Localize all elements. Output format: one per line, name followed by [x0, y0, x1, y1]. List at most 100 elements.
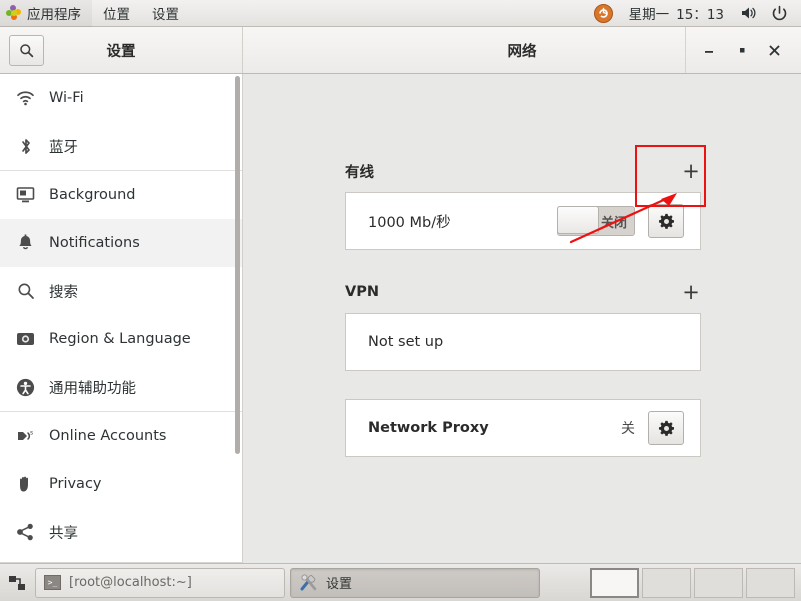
- clock-day-label: 星期一: [628, 7, 670, 23]
- sidebar-item-region-language[interactable]: Region & Language: [0, 315, 242, 363]
- sidebar-item-online-accounts[interactable]: s Online Accounts: [0, 412, 242, 460]
- sidebar-item-label: 蓝牙: [49, 139, 78, 156]
- settings-sidebar: Wi-Fi 蓝牙 Background Notifications 搜索 Reg…: [0, 74, 243, 563]
- bell-icon: [16, 234, 35, 253]
- network-proxy-status: 关: [621, 421, 635, 437]
- taskbar-window-label: 设置: [326, 577, 353, 592]
- wired-row-controls: 关闭: [557, 204, 684, 238]
- workspace-1[interactable]: [590, 567, 639, 598]
- sidebar-item-wifi[interactable]: Wi-Fi: [0, 74, 242, 122]
- wired-section-title: 有线: [345, 164, 374, 181]
- clock-applet[interactable]: 星期一 15：13: [620, 0, 733, 27]
- update-indicator-icon[interactable]: [587, 0, 620, 27]
- system-settings-menu-label: 设置: [152, 6, 179, 23]
- gear-icon: [658, 420, 674, 436]
- window-controls: [685, 27, 801, 73]
- sidebar-scrollbar[interactable]: [235, 76, 240, 454]
- taskbar-window-terminal[interactable]: >_ [root@localhost:~]: [35, 567, 285, 598]
- panel-status-area: 星期一 15：13: [587, 0, 801, 27]
- sidebar-item-list: Wi-Fi 蓝牙 Background Notifications 搜索 Reg…: [0, 74, 242, 556]
- search-icon: [20, 43, 34, 57]
- sidebar-item-label: 共享: [49, 525, 78, 542]
- sidebar-item-sharing[interactable]: 共享: [0, 508, 242, 556]
- wired-section: 有线 + 1000 Mb/秒 关闭: [345, 158, 701, 250]
- applications-menu[interactable]: 应用程序: [0, 0, 92, 29]
- top-panel: 应用程序 位置 设置 星期一 15：13: [0, 0, 801, 29]
- show-desktop-button[interactable]: [4, 568, 30, 598]
- settings-window: 设置 网络 Wi-Fi 蓝牙 Background Notifications …: [0, 27, 801, 563]
- vpn-section-header: VPN +: [345, 279, 701, 305]
- minimize-button[interactable]: [692, 28, 725, 72]
- system-settings-menu[interactable]: 设置: [141, 0, 190, 29]
- region-icon: [16, 330, 35, 349]
- sidebar-item-label: Background: [49, 187, 136, 203]
- vpn-empty-label: Not set up: [368, 334, 444, 350]
- workspace-switcher: [590, 567, 797, 598]
- wired-toggle-switch[interactable]: 关闭: [557, 206, 635, 236]
- workspace-4[interactable]: [746, 567, 795, 598]
- accessibility-icon: [16, 378, 35, 397]
- network-settings-panel: 有线 + 1000 Mb/秒 关闭 VPN + Not set up Netwo…: [243, 74, 801, 563]
- sidebar-item-label: Wi-Fi: [49, 90, 84, 106]
- sidebar-item-label: Notifications: [49, 235, 140, 251]
- sidebar-item-search[interactable]: 搜索: [0, 267, 242, 315]
- taskbar: >_ [root@localhost:~] 设置: [0, 563, 801, 601]
- window-body: Wi-Fi 蓝牙 Background Notifications 搜索 Reg…: [0, 74, 801, 563]
- sidebar-item-label: Region & Language: [49, 331, 191, 347]
- vpn-empty-row: Not set up: [345, 313, 701, 371]
- workspace-2[interactable]: [642, 567, 691, 598]
- applications-menu-label: 应用程序: [27, 6, 81, 23]
- sidebar-item-accessibility[interactable]: 通用辅助功能: [0, 363, 242, 411]
- window-titlebar: 设置 网络: [0, 27, 801, 74]
- taskbar-window-label: [root@localhost:~]: [69, 575, 192, 590]
- wired-speed-label: 1000 Mb/秒: [368, 214, 451, 231]
- network-proxy-row[interactable]: Network Proxy 关: [345, 399, 701, 457]
- share-icon: [16, 523, 35, 542]
- sidebar-item-background[interactable]: Background: [0, 171, 242, 219]
- terminal-icon: >_: [44, 575, 61, 590]
- speaker-icon[interactable]: [733, 0, 764, 27]
- add-wired-button[interactable]: +: [681, 160, 701, 182]
- places-menu[interactable]: 位置: [92, 0, 141, 29]
- add-vpn-button[interactable]: +: [681, 281, 701, 303]
- hand-privacy-icon: [16, 475, 35, 494]
- bluetooth-icon: [16, 137, 35, 156]
- background-icon: [16, 186, 35, 205]
- maximize-button[interactable]: [725, 28, 758, 72]
- gear-icon: [658, 213, 674, 229]
- wired-toggle-label: 关闭: [600, 215, 627, 231]
- sidebar-item-label: Privacy: [49, 476, 102, 492]
- search-button[interactable]: [9, 34, 44, 66]
- sidebar-item-notifications[interactable]: Notifications: [0, 219, 242, 267]
- vpn-section-title: VPN: [345, 284, 379, 300]
- wired-section-header: 有线 +: [345, 158, 701, 184]
- close-button[interactable]: [758, 28, 791, 72]
- window-header: 网络: [243, 27, 801, 73]
- svg-text:s: s: [30, 430, 33, 437]
- network-proxy-gear-button[interactable]: [648, 411, 684, 445]
- clock-time-label: 15：13: [676, 7, 724, 23]
- search-icon: [16, 282, 35, 301]
- show-desktop-icon: [9, 575, 25, 590]
- places-menu-label: 位置: [103, 6, 130, 23]
- wired-connection-row: 1000 Mb/秒 关闭: [345, 192, 701, 250]
- workspace-3[interactable]: [694, 567, 743, 598]
- vpn-section: VPN + Not set up: [345, 279, 701, 371]
- taskbar-window-settings[interactable]: 设置: [290, 567, 540, 598]
- wifi-icon: [16, 89, 35, 108]
- network-proxy-label: Network Proxy: [368, 420, 489, 436]
- applications-pinwheel-icon: [6, 5, 21, 20]
- sidebar-item-label: Online Accounts: [49, 428, 167, 444]
- maximize-icon: [739, 48, 744, 53]
- wired-settings-gear-button[interactable]: [648, 204, 684, 238]
- power-icon[interactable]: [764, 0, 795, 27]
- toggle-knob: [557, 206, 599, 234]
- close-icon: [769, 45, 780, 55]
- minimize-icon: [704, 51, 713, 53]
- sidebar-item-bluetooth[interactable]: 蓝牙: [0, 122, 242, 170]
- sidebar-item-privacy[interactable]: Privacy: [0, 460, 242, 508]
- desktop-screen: 应用程序 位置 设置 星期一 15：13 设置 网络 Wi-Fi 蓝牙 Back…: [0, 0, 801, 601]
- online-accounts-icon: s: [16, 427, 35, 446]
- network-proxy-section: Network Proxy 关: [345, 399, 701, 457]
- settings-tools-icon: [299, 573, 318, 592]
